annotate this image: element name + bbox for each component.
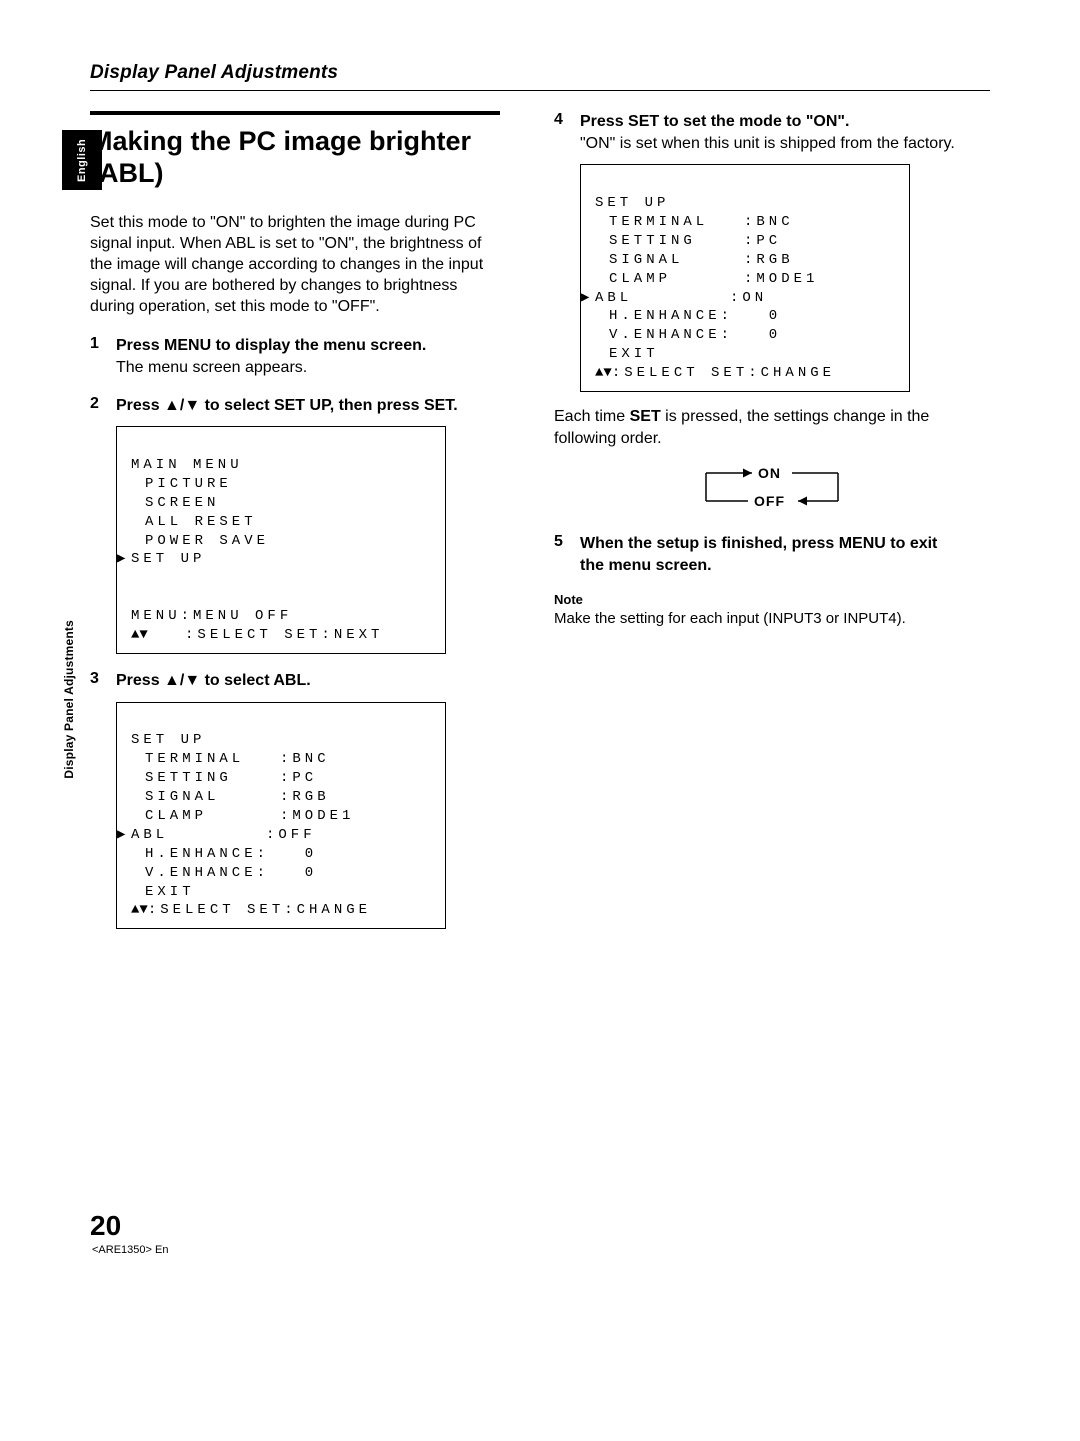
article-title: Making the PC image brighter (ABL) [90, 125, 500, 190]
osd-key: SETTING [145, 769, 280, 788]
osd-val: :RGB [744, 252, 794, 268]
osd-footer: :SELECT SET:CHANGE [612, 365, 835, 381]
cycle-diagram: ON OFF [662, 465, 882, 515]
cycle-off-label: OFF [754, 493, 785, 509]
osd-row: SIGNAL:RGB [609, 251, 895, 270]
step-2: Press ▲/▼ to select SET UP, then press S… [90, 395, 500, 654]
osd-footer: :SELECT SET:CHANGE [148, 902, 371, 918]
steps-right: Press SET to set the mode to "ON". "ON" … [554, 111, 964, 576]
osd-item: ALL RESET [145, 513, 431, 532]
left-column: Making the PC image brighter (ABL) Set t… [90, 111, 500, 945]
osd-row: SETTING:PC [609, 232, 895, 251]
document-id: <ARE1350> En [92, 1244, 168, 1256]
intro-paragraph: Set this mode to "ON" to brighten the im… [90, 212, 500, 318]
osd-row: EXIT [145, 883, 431, 902]
osd-setup-off: SET UP TERMINAL:BNCSETTING:PCSIGNAL:RGBC… [116, 702, 446, 930]
updown-icon: ▲▼ [131, 902, 148, 918]
osd-val: :MODE1 [280, 808, 354, 824]
osd-row: H.ENHANCE: 0 [609, 307, 895, 326]
osd-footer: MENU:MENU OFF [131, 608, 292, 624]
updown-icon: ▲▼ [595, 365, 612, 381]
osd-setup-on: SET UP TERMINAL:BNCSETTING:PCSIGNAL:RGBC… [580, 164, 910, 392]
step-head: Press SET to set the mode to "ON". [580, 111, 964, 133]
osd-row: SETTING:PC [145, 769, 431, 788]
step-head: Press ▲/▼ to select ABL. [116, 670, 500, 692]
osd-val: :BNC [280, 751, 330, 767]
osd-key: ABL [131, 826, 266, 845]
osd-key: SIGNAL [145, 788, 280, 807]
osd-row: SIGNAL:RGB [145, 788, 431, 807]
osd-row: CLAMP:MODE1 [609, 270, 895, 289]
osd-val: :BNC [744, 214, 794, 230]
steps-left: Press MENU to display the menu screen. T… [90, 335, 500, 929]
osd-key: V.ENHANCE: [145, 864, 280, 883]
osd-val: :PC [280, 770, 317, 786]
step-head: Press MENU to display the menu screen. [116, 335, 500, 357]
osd-key: EXIT [609, 345, 744, 364]
osd-row: V.ENHANCE: 0 [609, 326, 895, 345]
each-time-text: Each time SET is pressed, the settings c… [554, 406, 964, 449]
step-head: Press ▲/▼ to select SET UP, then press S… [116, 395, 500, 417]
two-column-layout: Making the PC image brighter (ABL) Set t… [90, 111, 990, 945]
osd-key: TERMINAL [145, 750, 280, 769]
page-number: 20 [90, 1210, 121, 1242]
page-content: Display Panel Adjustments Making the PC … [90, 62, 990, 945]
step-body: The menu screen appears. [116, 357, 500, 379]
osd-row: TERMINAL:BNC [145, 750, 431, 769]
side-section-label: Display Panel Adjustments [62, 620, 76, 779]
osd-title: SET UP [595, 195, 669, 211]
osd-title: MAIN MENU [131, 457, 243, 473]
osd-footer: :SELECT SET:NEXT [148, 627, 384, 643]
osd-val: :ON [730, 290, 767, 306]
osd-key: V.ENHANCE: [609, 326, 744, 345]
osd-val: 0 [280, 846, 317, 862]
note-heading: Note [554, 592, 964, 607]
osd-key: ABL [595, 289, 730, 308]
osd-val: 0 [744, 308, 781, 324]
cycle-on-label: ON [758, 465, 781, 481]
step-head: When the setup is finished, press MENU t… [580, 533, 964, 576]
step-5: When the setup is finished, press MENU t… [554, 533, 964, 576]
osd-val: :RGB [280, 789, 330, 805]
osd-key: SIGNAL [609, 251, 744, 270]
osd-row: CLAMP:MODE1 [145, 807, 431, 826]
osd-item: SCREEN [145, 494, 431, 513]
divider [90, 90, 990, 91]
osd-key: H.ENHANCE: [609, 307, 744, 326]
step-1: Press MENU to display the menu screen. T… [90, 335, 500, 378]
right-column: Press SET to set the mode to "ON". "ON" … [554, 111, 964, 945]
text: Each time [554, 408, 630, 425]
osd-val: 0 [744, 327, 781, 343]
osd-item: PICTURE [145, 475, 431, 494]
osd-selected-row: ABL:ON [595, 290, 767, 306]
osd-selected-row: ABL:OFF [131, 827, 316, 843]
osd-item: POWER SAVE [145, 532, 431, 551]
osd-val: :OFF [266, 827, 316, 843]
osd-val: 0 [280, 865, 317, 881]
osd-key: TERMINAL [609, 213, 744, 232]
updown-icon: ▲▼ [131, 627, 148, 643]
section-header: Display Panel Adjustments [90, 62, 990, 90]
osd-key: CLAMP [609, 270, 744, 289]
osd-key: H.ENHANCE: [145, 845, 280, 864]
osd-row: H.ENHANCE: 0 [145, 845, 431, 864]
osd-title: SET UP [131, 732, 205, 748]
step-4: Press SET to set the mode to "ON". "ON" … [554, 111, 964, 515]
set-label: SET [630, 408, 661, 425]
osd-row: EXIT [609, 345, 895, 364]
osd-key: EXIT [145, 883, 280, 902]
step-body: "ON" is set when this unit is shipped fr… [580, 133, 964, 155]
note-body: Make the setting for each input (INPUT3 … [554, 609, 964, 629]
osd-val: :PC [744, 233, 781, 249]
osd-main-menu: MAIN MENU PICTURESCREENALL RESETPOWER SA… [116, 426, 446, 654]
osd-val: :MODE1 [744, 271, 818, 287]
osd-selected: SET UP [131, 551, 205, 567]
title-rule [90, 111, 500, 115]
osd-key: SETTING [609, 232, 744, 251]
step-3: Press ▲/▼ to select ABL. SET UP TERMINAL… [90, 670, 500, 929]
osd-key: CLAMP [145, 807, 280, 826]
osd-row: V.ENHANCE: 0 [145, 864, 431, 883]
osd-row: TERMINAL:BNC [609, 213, 895, 232]
